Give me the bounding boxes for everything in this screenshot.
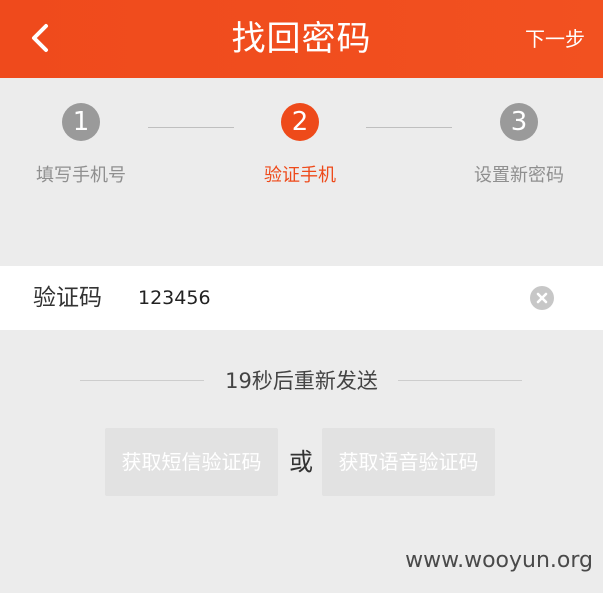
step-indicator: 1 2 3 填写手机号 验证手机 设置新密码 (0, 78, 603, 266)
verification-code-label: 验证码 (33, 285, 102, 311)
step-connector (148, 127, 234, 128)
close-icon (536, 292, 548, 304)
get-sms-code-button[interactable]: 获取短信验证码 (105, 428, 278, 496)
get-voice-code-button[interactable]: 获取语音验证码 (322, 428, 495, 496)
step-3-label: 设置新密码 (474, 165, 564, 186)
clear-input-button[interactable] (530, 286, 554, 310)
verification-code-input[interactable] (138, 280, 498, 316)
watermark-text: www.wooyun.org (405, 548, 593, 573)
app-header: 找回密码 下一步 (0, 0, 603, 78)
step-2-circle: 2 (281, 103, 319, 141)
or-label: 或 (289, 448, 313, 476)
resend-countdown: 19秒后重新发送 (0, 366, 603, 396)
step-3-circle: 3 (500, 103, 538, 141)
countdown-text: 19秒后重新发送 (225, 369, 378, 393)
page-title: 找回密码 (231, 19, 372, 59)
step-connector (366, 127, 452, 128)
step-2-label: 验证手机 (264, 165, 336, 186)
step-1-circle: 1 (62, 103, 100, 141)
verification-code-row: 验证码 (0, 266, 603, 330)
next-step-button[interactable]: 下一步 (525, 0, 585, 78)
step-1-label: 填写手机号 (36, 165, 126, 186)
